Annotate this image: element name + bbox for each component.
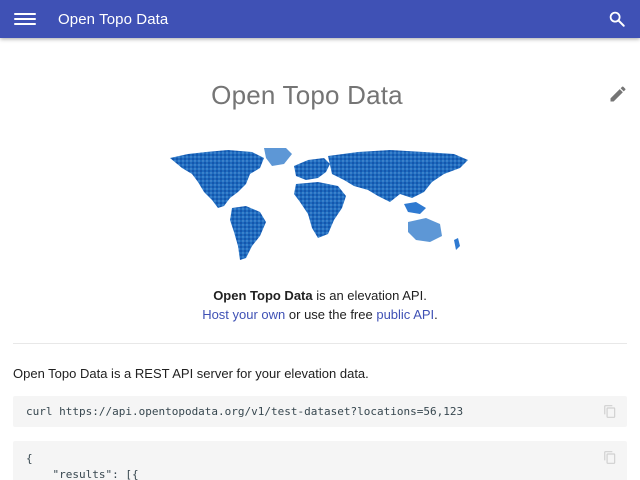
public-api-link[interactable]: public API bbox=[376, 307, 434, 322]
curl-command: curl https://api.opentopodata.org/v1/tes… bbox=[26, 405, 464, 418]
json-line-1: { bbox=[26, 452, 33, 465]
intro-bold-title: Open Topo Data bbox=[213, 288, 313, 303]
intro-middle-text: or use the free bbox=[285, 307, 377, 322]
menu-icon[interactable] bbox=[14, 11, 36, 27]
site-title[interactable]: Open Topo Data bbox=[58, 11, 168, 28]
intro-line-1-rest: is an elevation API. bbox=[312, 288, 427, 303]
page-title: Open Topo Data bbox=[211, 80, 403, 110]
search-icon[interactable] bbox=[608, 10, 626, 28]
pencil-icon[interactable] bbox=[608, 84, 628, 104]
intro-line-1: Open Topo Data is an elevation API. bbox=[0, 286, 640, 305]
host-your-own-link[interactable]: Host your own bbox=[202, 307, 285, 322]
intro-line-2: Host your own or use the free public API… bbox=[0, 305, 640, 324]
header-bar: Open Topo Data bbox=[0, 0, 640, 38]
copy-icon[interactable] bbox=[603, 450, 617, 465]
curl-code-block: curl https://api.opentopodata.org/v1/tes… bbox=[13, 396, 627, 427]
intro-text: Open Topo Data is an elevation API. Host… bbox=[0, 286, 640, 324]
world-elevation-map bbox=[170, 148, 468, 260]
copy-icon[interactable] bbox=[603, 404, 617, 419]
json-code-block: { "results": [{ bbox=[13, 441, 627, 480]
divider bbox=[13, 343, 627, 344]
json-line-2: "results": [{ bbox=[26, 468, 139, 480]
intro-end: . bbox=[434, 307, 438, 322]
description-text: Open Topo Data is a REST API server for … bbox=[13, 366, 369, 381]
